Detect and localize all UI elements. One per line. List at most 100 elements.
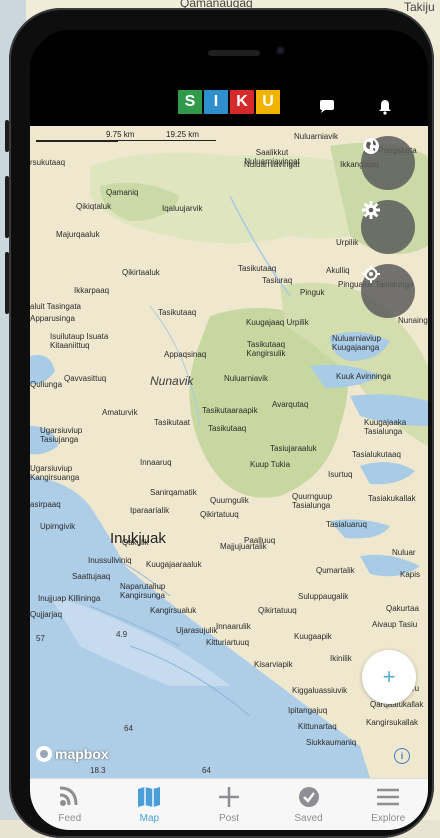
map-edge-label: aluit Tasingata <box>30 302 81 311</box>
map-place-label: Akulliq <box>326 266 350 275</box>
rss-icon <box>59 786 78 806</box>
map-place-label: Kangirsualuk <box>150 606 197 615</box>
map-place-label: Tasikutaaq <box>158 308 197 317</box>
map-place-label: Quurnguup Tasialunga <box>292 492 333 510</box>
map-view[interactable]: 9.75 km 19.25 km Saalikkut Nuluarniaving… <box>30 126 428 778</box>
map-place-label: Amaturvik <box>102 408 138 417</box>
scale-bar <box>118 140 216 141</box>
chat-bubble-icon[interactable] <box>318 98 336 116</box>
map-place-label: Ipitangajuq <box>288 706 328 715</box>
depth-label: 18.3 <box>90 766 106 775</box>
mapbox-attribution[interactable]: mapbox <box>36 744 109 764</box>
map-place-label: Quurngulik <box>210 496 249 505</box>
map-place-label: Iqaluujarvik <box>162 204 203 213</box>
map-place-label: Ugarsiuviup Tasiujanga <box>40 426 83 444</box>
map-edge-label: rsukutaaq <box>30 158 66 167</box>
tab-label: Feed <box>58 813 82 824</box>
map-place-label: Tasikutaat <box>154 418 191 427</box>
globe-icon <box>363 138 379 154</box>
map-place-label: Qikirtatuuq <box>200 510 239 519</box>
map-place-label: Kisarviapik <box>254 660 293 669</box>
logo-letter-i: I <box>204 90 228 114</box>
map-place-label: Ikkarpaaq <box>74 286 110 295</box>
speaker-grill <box>208 50 260 56</box>
tab-post[interactable]: Post <box>189 779 269 830</box>
map-place-label: Naparutaliup Kangirsunga <box>120 582 166 600</box>
map-place-label: Tasikutaaraapik <box>202 406 258 415</box>
map-place-label: Qamaniq <box>106 188 139 197</box>
map-place-label: Tasiujaraaluk <box>270 444 317 453</box>
map-place-label: Kuugajaaraaluk <box>146 560 202 569</box>
tab-label: Saved <box>294 813 323 824</box>
volume-up-button <box>5 176 9 238</box>
plus-icon <box>218 787 239 807</box>
map-place-label: Innaarulik <box>216 622 251 631</box>
tab-label: Post <box>218 813 239 824</box>
map-place-label: Nunaing <box>398 316 428 325</box>
map-place-label: Kapis <box>400 570 421 579</box>
map-place-label: Pinguk <box>300 288 325 297</box>
map-place-label: Isurtuq <box>328 470 353 479</box>
bell-icon[interactable] <box>376 98 394 116</box>
tab-saved[interactable]: Saved <box>269 779 349 830</box>
map-place-label: Qakurtaa <box>386 604 419 613</box>
map-place-label: Tasikutaaq <box>238 264 277 273</box>
scale-label-1: 9.75 km <box>106 130 135 139</box>
bottom-tab-bar: Feed Map Post Saved Explore <box>30 778 428 830</box>
map-place-label: Iparaarialik <box>130 506 170 515</box>
tab-label: Explore <box>371 813 406 824</box>
map-place-label: Kuugajaaq Urpilik <box>246 318 309 327</box>
map-place-label: Siukkaumaniq <box>306 738 357 747</box>
header-bar: S I K U <box>30 30 428 126</box>
add-observation-button[interactable]: + <box>362 650 416 704</box>
logo-letter-u: U <box>256 90 280 114</box>
map-place-label: Aivaup Tasiu <box>372 620 418 629</box>
menu-icon <box>377 788 400 806</box>
phone-frame: S I K U 9.75 km 19.25 km Saalikkut Nulua… <box>5 8 434 838</box>
map-place-label: Kuugaapik <box>294 632 332 641</box>
mapbox-logo-icon <box>36 746 52 762</box>
depth-label: 57 <box>36 634 45 643</box>
tab-map[interactable]: Map <box>110 779 190 830</box>
depth-label: 4.9 <box>116 630 128 639</box>
map-place-label: Qikirtatuuq <box>258 606 297 615</box>
map-place-label: Tasialuaruq <box>326 520 367 529</box>
map-place-label: Qikirtaaluk <box>122 268 160 277</box>
mapbox-wordmark: mapbox <box>55 746 109 762</box>
map-place-label: Kiggaluassiuvik <box>292 686 348 695</box>
map-place-label: Suluppaugalik <box>298 592 349 601</box>
tab-label: Map <box>139 813 160 824</box>
my-location-button[interactable] <box>361 264 415 318</box>
add-label: + <box>382 664 396 689</box>
map-place-label: Nuluarniavik <box>224 374 269 383</box>
map-place-label: Kittunartaq <box>298 722 337 731</box>
map-place-label: Nuluarniaviup Kuugajaanga <box>332 334 381 352</box>
scale-bar <box>36 140 118 142</box>
map-place-label: Avarqutaq <box>272 400 309 409</box>
map-icon <box>138 787 161 807</box>
siku-logo: S I K U <box>178 90 280 114</box>
logo-letter-k: K <box>230 90 254 114</box>
town-label: Inukjuak <box>110 530 166 547</box>
map-place-label: Paalluuq <box>244 536 276 545</box>
layers-button[interactable] <box>361 136 415 190</box>
map-place-label: Nuluarniavik <box>294 132 339 141</box>
map-place-label: Qavvasittuq <box>64 374 107 383</box>
tab-explore[interactable]: Explore <box>348 779 428 830</box>
map-place-label: Tasiuraq <box>262 276 293 285</box>
map-place-label: Tasialukutaaq <box>352 450 401 459</box>
depth-label: 64 <box>124 724 133 733</box>
map-place-label: Majurqaaluk <box>56 230 100 239</box>
info-icon[interactable]: i <box>394 748 410 764</box>
map-place-label: Inussuliviniq <box>88 556 132 565</box>
region-label: Nunavik <box>150 374 194 388</box>
map-place-label: Tasikutaaq Kangirsulik <box>246 340 286 358</box>
gear-icon <box>362 201 380 219</box>
front-camera <box>276 46 285 55</box>
map-place-label: Qikiqtaluk <box>76 202 112 211</box>
tab-feed[interactable]: Feed <box>30 779 110 830</box>
settings-button[interactable] <box>361 200 415 254</box>
app-screen: S I K U 9.75 km 19.25 km Saalikkut Nulua… <box>30 30 428 830</box>
map-place-label: Appaqsinaq <box>164 350 207 359</box>
map-place-label: Isuilutaup Isuata Kitaaniittuq <box>50 332 109 350</box>
